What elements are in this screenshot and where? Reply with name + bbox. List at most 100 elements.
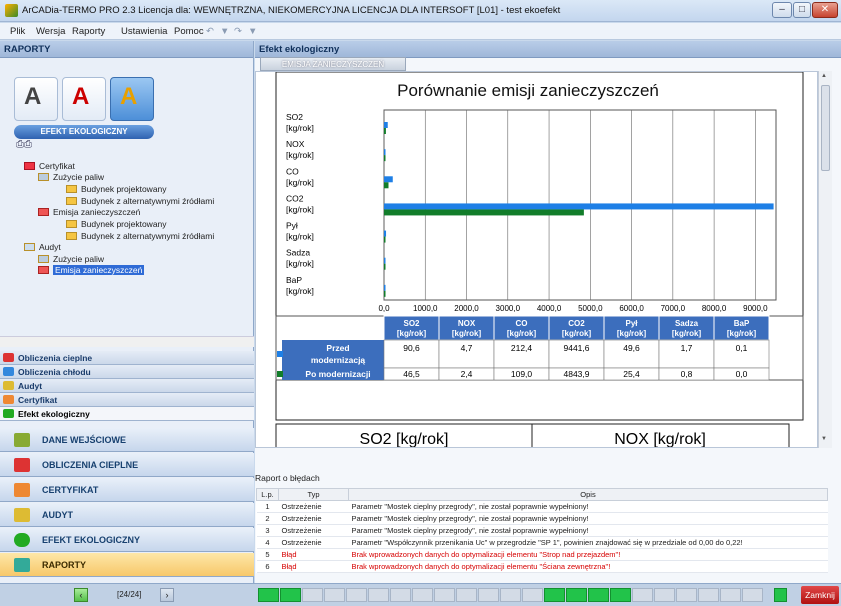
efekt-ekologiczny-badge[interactable]: EFEKT EKOLOGICZNY	[14, 125, 154, 139]
menu-raporty[interactable]: Raporty	[72, 26, 105, 37]
category-label: Pył	[286, 221, 298, 231]
table-value: 0,0	[736, 369, 748, 379]
nav-audyt-big[interactable]: AUDYT	[0, 503, 254, 527]
tree-zuzycie-paliw[interactable]: Zużycie paliw	[38, 172, 104, 182]
bar-after	[384, 209, 584, 216]
redo-icon[interactable]: ↷	[234, 26, 242, 37]
table-value: 90,6	[403, 343, 420, 353]
progress-segment	[522, 588, 543, 602]
error-type: Błąd	[278, 548, 349, 561]
error-row[interactable]: 2 Ostrzeżenie Parametr "Mostek cieplny prz…	[256, 512, 828, 525]
table-value: 212,4	[511, 343, 533, 353]
menu-plik[interactable]: Plik	[10, 26, 25, 37]
nav-efekt-ekologiczny[interactable]: Efekt ekologiczny	[0, 407, 254, 421]
x-tick-label: 3000,0	[496, 304, 521, 313]
nav-obliczenia-chlodu[interactable]: Obliczenia chłodu	[0, 365, 254, 379]
table-header-label: CO2	[568, 319, 585, 328]
save-icon[interactable]	[774, 588, 787, 602]
category-unit: [kg/rok]	[286, 259, 314, 269]
progress-segment	[478, 588, 499, 602]
report-vscrollbar[interactable]: ▲ ▼	[818, 71, 832, 448]
x-tick-label: 8000,0	[702, 304, 727, 313]
error-type: Ostrzeżenie	[278, 536, 349, 549]
close-window-button[interactable]: ✕	[812, 2, 838, 18]
so2-chart-title: SO2 [kg/rok]	[360, 431, 449, 448]
tree-zuzycie-paliw-2[interactable]: Zużycie paliw	[38, 254, 104, 264]
bar-after	[384, 263, 386, 270]
x-tick-label: 7000,0	[661, 304, 686, 313]
error-row[interactable]: 4 Ostrzeżenie Parametr "Współczynnik przen…	[256, 536, 828, 549]
minimize-button[interactable]: –	[772, 2, 792, 18]
tree-budynek-projektowany-2[interactable]: Budynek projektowany	[66, 219, 167, 229]
nav-obliczenia-cieplne[interactable]: Obliczenia cieplne	[0, 351, 254, 365]
error-lp: 5	[256, 548, 279, 561]
tree-emisja[interactable]: Emisja zanieczyszczeń	[38, 207, 140, 217]
tree-emisja-2[interactable]: Emisja zanieczyszczeń	[38, 265, 145, 275]
nav-dane-wejsciowe[interactable]: DANE WEJŚCIOWE	[0, 428, 254, 452]
prev-page-button[interactable]: ‹	[74, 588, 88, 602]
table-header-unit: [kg/rok]	[672, 329, 702, 338]
tree-audyt[interactable]: Audyt	[24, 242, 61, 252]
nav-certyfikat[interactable]: Certyfikat	[0, 393, 254, 407]
error-report-title: Raport o błędach	[255, 473, 320, 483]
error-lp: 1	[256, 500, 279, 513]
tree-certyfikat[interactable]: Certyfikat	[24, 161, 75, 171]
status-bar: Zamknij	[254, 583, 841, 606]
close-button[interactable]: Zamknij	[801, 586, 839, 604]
right-panel-header: Efekt ekologiczny	[255, 41, 841, 58]
x-tick-label: 5000,0	[578, 304, 603, 313]
table-header-label: Sadza	[675, 319, 699, 328]
category-label: Sadza	[286, 248, 310, 258]
progress-segment	[676, 588, 697, 602]
bar-after	[384, 128, 386, 134]
report-type-basic-icon[interactable]: A	[14, 77, 58, 121]
progress-segment	[500, 588, 521, 602]
report-type-termo-icon[interactable]: A	[62, 77, 106, 121]
legend-swatch	[277, 351, 283, 357]
category-unit: [kg/rok]	[286, 232, 314, 242]
print-icons[interactable]: ⎙⎙	[16, 139, 32, 150]
maximize-button[interactable]: □	[793, 2, 811, 18]
undo-icon[interactable]: ↶	[206, 26, 214, 37]
title-bar: ArCADia-TERMO PRO 2.3 Licencja dla: WEWN…	[0, 0, 841, 22]
filter2-icon[interactable]: ▼	[248, 26, 257, 37]
menu-ustawienia[interactable]: Ustawienia	[121, 26, 167, 37]
progress-segment	[412, 588, 433, 602]
progress-segment	[544, 588, 565, 602]
tree-budynek-alternatywny[interactable]: Budynek z alternatywnymi źródłami	[66, 196, 214, 206]
progress-segment	[324, 588, 345, 602]
nav-raporty-big[interactable]: RAPORTY	[0, 553, 254, 577]
x-tick-label: 0,0	[378, 304, 390, 313]
table-value: 1,7	[681, 343, 693, 353]
menu-pomoc[interactable]: Pomoc	[174, 26, 204, 37]
category-unit: [kg/rok]	[286, 123, 314, 133]
series-name-line1: Przed	[326, 343, 349, 353]
series-name: Po modernizacji	[305, 369, 370, 379]
table-header-label: CO	[516, 319, 528, 328]
tree-hscrollbar[interactable]	[0, 336, 254, 347]
menu-wersja[interactable]: Wersja	[36, 26, 65, 37]
progress-segment	[258, 588, 279, 602]
nav-obliczenia-cieplne-big[interactable]: OBLICZENIA CIEPLNE	[0, 453, 254, 477]
tab-bar: EMISJA ZANIECZYSZCZEŃ	[255, 57, 825, 71]
nav-audyt[interactable]: Audyt	[0, 379, 254, 393]
error-row[interactable]: 6 Błąd Brak wprowadzonych danych do optyma…	[256, 560, 828, 573]
next-page-button[interactable]: ›	[160, 588, 174, 602]
nav-certyfikat-big[interactable]: CERTYFIKAT	[0, 478, 254, 502]
filter-icon[interactable]: ▼	[220, 26, 229, 37]
progress-segment	[302, 588, 323, 602]
error-row[interactable]: 1 Ostrzeżenie Parametr "Mostek cieplny prz…	[256, 500, 828, 513]
error-row[interactable]: 3 Ostrzeżenie Parametr "Mostek cieplny prz…	[256, 524, 828, 537]
left-panel: RAPORTY A A A EFEKT EKOLOGICZNY ⎙⎙ Certy…	[0, 41, 254, 606]
x-tick-label: 4000,0	[537, 304, 562, 313]
progress-segment	[434, 588, 455, 602]
tab-emisja[interactable]: EMISJA ZANIECZYSZCZEŃ	[260, 57, 406, 71]
report-type-pro-icon[interactable]: A	[110, 77, 154, 121]
error-row[interactable]: 5 Błąd Brak wprowadzonych danych do optyma…	[256, 548, 828, 561]
report-scroll-thumb[interactable]	[821, 85, 830, 171]
nav-efekt-ekologiczny-big[interactable]: EFEKT EKOLOGICZNY	[0, 528, 254, 552]
tree-budynek-projektowany[interactable]: Budynek projektowany	[66, 184, 167, 194]
tree-budynek-alternatywny-2[interactable]: Budynek z alternatywnymi źródłami	[66, 231, 214, 241]
progress-segment	[742, 588, 763, 602]
report-chart-area: Porównanie emisji zanieczyszczeń 0,0 1000,…	[255, 71, 818, 448]
